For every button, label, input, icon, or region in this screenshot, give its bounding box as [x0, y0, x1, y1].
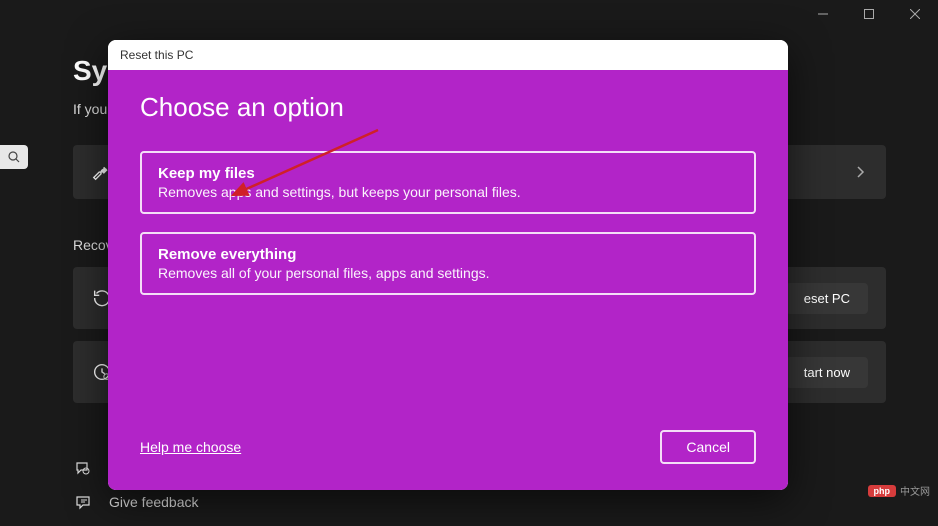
search-bubble[interactable] — [0, 145, 28, 169]
maximize-icon — [864, 9, 874, 19]
close-icon — [910, 9, 920, 19]
reset-pc-dialog: Reset this PC Choose an option Keep my f… — [108, 40, 788, 490]
start-now-button[interactable]: tart now — [786, 357, 868, 388]
option-title: Keep my files — [158, 165, 738, 182]
watermark: php 中文网 — [868, 483, 931, 498]
minimize-button[interactable] — [800, 0, 846, 28]
feedback-icon — [75, 494, 91, 510]
maximize-button[interactable] — [846, 0, 892, 28]
watermark-text: 中文网 — [900, 483, 930, 498]
close-button[interactable] — [892, 0, 938, 28]
option-title: Remove everything — [158, 246, 738, 263]
cancel-button[interactable]: Cancel — [660, 430, 756, 464]
option-remove-everything[interactable]: Remove everything Removes all of your pe… — [140, 232, 756, 295]
help-me-choose-link[interactable]: Help me choose — [140, 439, 241, 455]
option-keep-my-files[interactable]: Keep my files Removes apps and settings,… — [140, 151, 756, 214]
give-feedback-label: Give feedback — [109, 494, 199, 510]
give-feedback-row[interactable]: Give feedback — [75, 494, 199, 510]
watermark-logo: php — [868, 485, 897, 497]
dialog-heading: Choose an option — [140, 92, 756, 123]
dialog-title: Reset this PC — [108, 40, 788, 70]
option-description: Removes apps and settings, but keeps you… — [158, 184, 738, 200]
option-description: Removes all of your personal files, apps… — [158, 265, 738, 281]
minimize-icon — [818, 9, 828, 19]
reset-pc-button[interactable]: eset PC — [786, 283, 868, 314]
search-icon — [8, 151, 20, 163]
chat-icon — [75, 460, 91, 476]
chevron-right-icon — [854, 165, 868, 179]
